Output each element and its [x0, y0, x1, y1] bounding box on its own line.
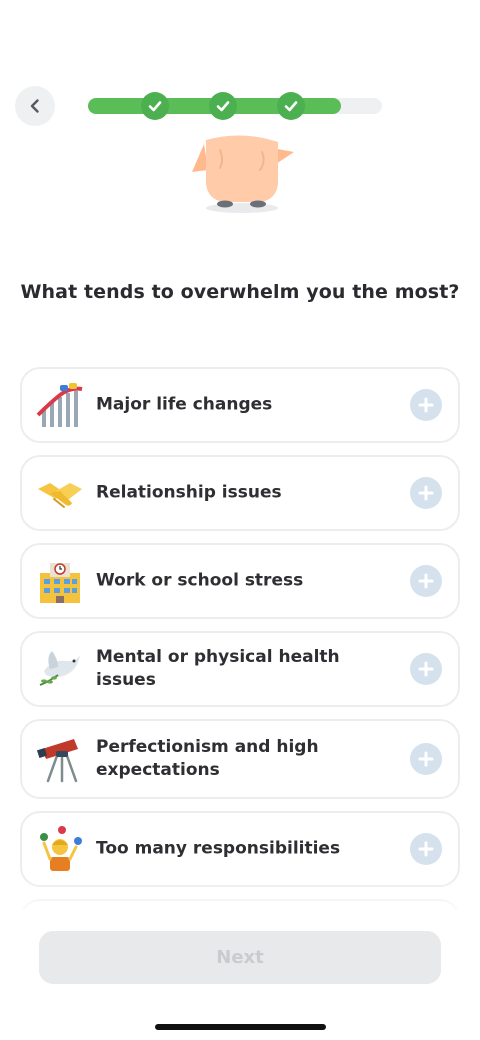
- back-button[interactable]: [15, 86, 55, 126]
- plus-icon: [418, 661, 434, 677]
- options-list[interactable]: Major life changes Relationship issues W…: [20, 367, 460, 910]
- option-perfectionism-and-high-expectations[interactable]: Perfectionism and high expectations: [20, 719, 460, 799]
- progress-step-3-check: [277, 92, 305, 120]
- question-title: What tends to overwhelm you the most?: [20, 281, 460, 303]
- mascot-illustration: [192, 135, 294, 213]
- progress-step-1-check: [141, 92, 169, 120]
- list-fade-overlay: [0, 880, 480, 920]
- plus-icon: [418, 751, 434, 767]
- option-mental-or-physical-health-issues[interactable]: Mental or physical health issues: [20, 631, 460, 707]
- option-work-or-school-stress[interactable]: Work or school stress: [20, 543, 460, 619]
- option-label: Mental or physical health issues: [96, 647, 340, 690]
- progress-step-2-check: [209, 92, 237, 120]
- plus-icon: [418, 841, 434, 857]
- add-option-button[interactable]: [410, 833, 442, 865]
- option-label: Major life changes: [96, 394, 273, 415]
- juggling-person-icon: [40, 826, 82, 871]
- option-label: Perfectionism and high expectations: [96, 737, 319, 780]
- plus-icon: [418, 485, 434, 501]
- handshake-icon: [38, 483, 82, 508]
- option-label: Too many responsibilities: [96, 838, 341, 859]
- checkmark-icon: [284, 101, 298, 112]
- option-relationship-issues[interactable]: Relationship issues: [20, 455, 460, 531]
- option-label: Relationship issues: [96, 482, 282, 503]
- option-major-life-changes[interactable]: Major life changes: [20, 367, 460, 443]
- plus-icon: [418, 397, 434, 413]
- office-building-icon: [40, 563, 80, 603]
- add-option-button[interactable]: [410, 389, 442, 421]
- plus-icon: [418, 573, 434, 589]
- option-label: Work or school stress: [96, 570, 304, 591]
- checkmark-icon: [216, 101, 230, 112]
- next-button[interactable]: Next: [39, 931, 441, 984]
- add-option-button[interactable]: [410, 743, 442, 775]
- add-option-button[interactable]: [410, 653, 442, 685]
- add-option-button[interactable]: [410, 477, 442, 509]
- progress-bar: [88, 92, 382, 120]
- checkmark-icon: [148, 101, 162, 112]
- roller-coaster-icon: [36, 383, 83, 427]
- dove-icon: [39, 651, 80, 686]
- home-indicator: [155, 1024, 326, 1030]
- option-too-many-responsibilities[interactable]: Too many responsibilities: [20, 811, 460, 887]
- telescope-icon: [36, 739, 78, 783]
- add-option-button[interactable]: [410, 565, 442, 597]
- chevron-left-icon: [30, 99, 39, 113]
